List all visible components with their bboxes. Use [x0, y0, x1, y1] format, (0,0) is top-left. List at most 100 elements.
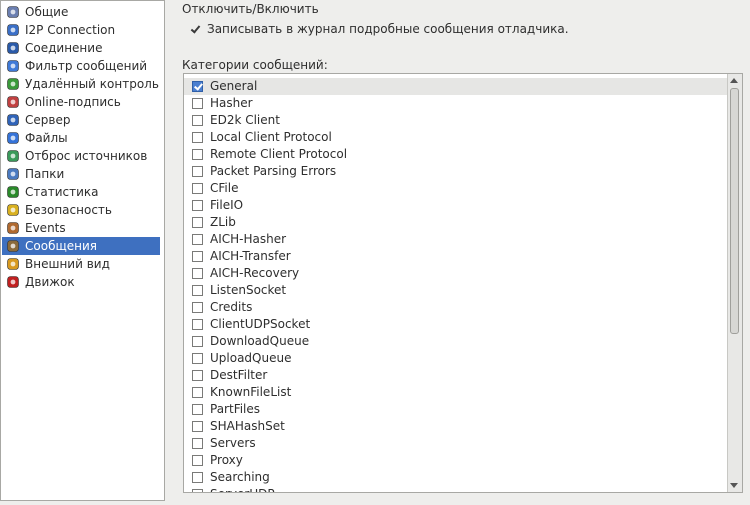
category-item[interactable]: Hasher — [184, 95, 728, 112]
category-item[interactable]: KnownFileList — [184, 384, 728, 401]
sidebar-item[interactable]: Соединение — [2, 39, 160, 57]
category-checkbox[interactable] — [192, 200, 203, 211]
connection-icon — [6, 41, 20, 55]
category-item[interactable]: CFile — [184, 180, 728, 197]
category-label: Searching — [210, 470, 270, 484]
debug-logging-option[interactable]: Записывать в журнал подробные сообщения … — [190, 20, 569, 38]
category-item[interactable]: ServerUDP — [184, 486, 728, 492]
categories-items: General Hasher ED2k Client Local Client Pro… — [184, 74, 742, 492]
category-checkbox[interactable] — [192, 353, 203, 364]
category-item[interactable]: Local Client Protocol — [184, 129, 728, 146]
category-checkbox[interactable] — [192, 370, 203, 381]
signature-icon — [6, 95, 20, 109]
category-item[interactable]: DownloadQueue — [184, 333, 728, 350]
scroll-down-icon[interactable] — [730, 483, 738, 488]
remote-control-icon — [6, 77, 20, 91]
category-item[interactable]: Remote Client Protocol — [184, 146, 728, 163]
category-item[interactable]: ZLib — [184, 214, 728, 231]
category-item[interactable]: Servers — [184, 435, 728, 452]
sidebar-item-label: Events — [25, 221, 66, 235]
scroll-up-icon[interactable] — [730, 78, 738, 83]
category-label: DownloadQueue — [210, 334, 310, 348]
category-checkbox[interactable] — [192, 302, 203, 313]
category-checkbox[interactable] — [192, 455, 203, 466]
category-checkbox[interactable] — [192, 183, 203, 194]
category-item[interactable]: DestFilter — [184, 367, 728, 384]
category-item[interactable]: FileIO — [184, 197, 728, 214]
category-item[interactable]: AICH-Transfer — [184, 248, 728, 265]
category-checkbox[interactable] — [192, 217, 203, 228]
category-label: General — [210, 79, 258, 93]
category-checkbox[interactable] — [192, 285, 203, 296]
category-item[interactable]: Proxy — [184, 452, 728, 469]
category-checkbox[interactable] — [192, 319, 203, 330]
category-checkbox[interactable] — [192, 438, 203, 449]
sources-icon — [6, 149, 20, 163]
category-item[interactable]: General — [184, 78, 728, 95]
sidebar-item-label: Общие — [25, 5, 69, 19]
sidebar-item[interactable]: Сообщения — [2, 237, 160, 255]
sidebar-item[interactable]: Online-подпись — [2, 93, 160, 111]
filter-icon — [6, 59, 20, 73]
category-item[interactable]: Searching — [184, 469, 728, 486]
category-label: Packet Parsing Errors — [210, 164, 337, 178]
category-checkbox[interactable] — [192, 234, 203, 245]
sidebar-item[interactable]: Папки — [2, 165, 160, 183]
engine-icon — [6, 275, 20, 289]
sidebar-item[interactable]: Движок — [2, 273, 160, 291]
category-checkbox[interactable] — [192, 149, 203, 160]
category-item[interactable]: ED2k Client — [184, 112, 728, 129]
debug-logging-checkbox[interactable] — [190, 24, 201, 35]
sidebar-list: Общие I2P Connection Соединение Фильтр сооб… — [1, 1, 164, 291]
category-label: KnownFileList — [210, 385, 292, 399]
category-checkbox[interactable] — [192, 98, 203, 109]
category-label: ClientUDPSocket — [210, 317, 311, 331]
category-item[interactable]: UploadQueue — [184, 350, 728, 367]
sidebar-item[interactable]: Events — [2, 219, 160, 237]
sidebar-item-label: Движок — [25, 275, 75, 289]
sidebar-item[interactable]: Общие — [2, 3, 160, 21]
category-checkbox[interactable] — [192, 472, 203, 483]
category-checkbox[interactable] — [192, 421, 203, 432]
scroll-thumb[interactable] — [730, 88, 739, 334]
sidebar-item[interactable]: Сервер — [2, 111, 160, 129]
sidebar-item-label: Отброс источников — [25, 149, 148, 163]
toggle-section-title: Отключить/Включить — [182, 2, 319, 16]
category-checkbox[interactable] — [192, 387, 203, 398]
category-item[interactable]: AICH-Hasher — [184, 231, 728, 248]
sidebar-item[interactable]: Статистика — [2, 183, 160, 201]
sidebar-item[interactable]: Отброс источников — [2, 147, 160, 165]
category-item[interactable]: AICH-Recovery — [184, 265, 728, 282]
category-item[interactable]: PartFiles — [184, 401, 728, 418]
lock-icon — [6, 203, 20, 217]
category-checkbox[interactable] — [192, 489, 203, 492]
category-item[interactable]: ClientUDPSocket — [184, 316, 728, 333]
category-checkbox[interactable] — [192, 251, 203, 262]
category-checkbox[interactable] — [192, 115, 203, 126]
sidebar-item[interactable]: Фильтр сообщений — [2, 57, 160, 75]
preferences-sidebar[interactable]: Общие I2P Connection Соединение Фильтр сооб… — [0, 0, 165, 501]
sidebar-item[interactable]: I2P Connection — [2, 21, 160, 39]
category-checkbox[interactable] — [192, 166, 203, 177]
category-item[interactable]: SHAHashSet — [184, 418, 728, 435]
sidebar-item[interactable]: Безопасность — [2, 201, 160, 219]
message-categories-list[interactable]: General Hasher ED2k Client Local Client Pro… — [183, 73, 743, 493]
category-item[interactable]: Credits — [184, 299, 728, 316]
sidebar-item[interactable]: Файлы — [2, 129, 160, 147]
appearance-icon — [6, 257, 20, 271]
category-label: CFile — [210, 181, 239, 195]
category-checkbox[interactable] — [192, 132, 203, 143]
sidebar-item-label: Файлы — [25, 131, 68, 145]
sidebar-item[interactable]: Внешний вид — [2, 255, 160, 273]
category-checkbox[interactable] — [192, 81, 203, 92]
category-item[interactable]: Packet Parsing Errors — [184, 163, 728, 180]
messages-icon — [6, 239, 20, 253]
sidebar-item-label: Статистика — [25, 185, 99, 199]
categories-scrollbar[interactable] — [727, 74, 742, 492]
sidebar-item[interactable]: Удалённый контроль — [2, 75, 160, 93]
category-item[interactable]: ListenSocket — [184, 282, 728, 299]
sidebar-item-label: Сообщения — [25, 239, 98, 253]
category-checkbox[interactable] — [192, 336, 203, 347]
category-checkbox[interactable] — [192, 404, 203, 415]
category-checkbox[interactable] — [192, 268, 203, 279]
